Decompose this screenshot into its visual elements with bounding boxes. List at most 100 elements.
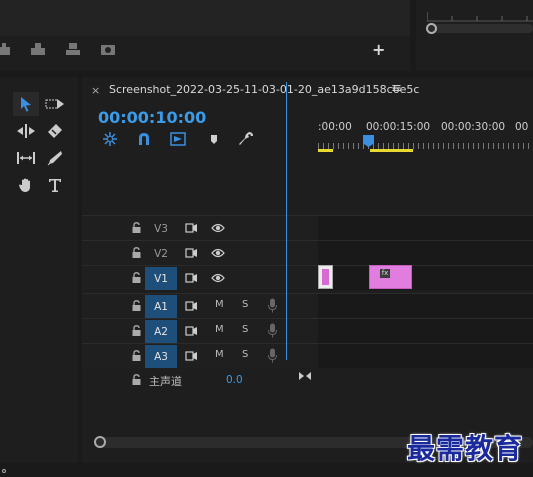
timeline-panel: × Screenshot_2022-03-25-11-03-01-20_ae13… — [82, 77, 533, 463]
zoom-scrollbar-handle[interactable] — [426, 23, 437, 34]
track-row-a1: A1 M S — [82, 293, 533, 318]
solo-button[interactable]: S — [242, 299, 248, 310]
track-target-button[interactable]: V1 — [145, 267, 177, 290]
track-lane[interactable] — [318, 216, 533, 240]
track-lane[interactable] — [318, 319, 533, 343]
type-icon — [49, 179, 61, 192]
track-row-v3: V3 — [82, 215, 533, 240]
master-track-label: 主声道 — [149, 375, 182, 388]
slip-tool[interactable] — [13, 146, 39, 170]
track-target-button[interactable]: A2 — [145, 320, 177, 343]
track-row-a2: A2 M S — [82, 318, 533, 343]
lock-icon[interactable] — [132, 247, 141, 258]
add-marker-icon[interactable] — [206, 131, 222, 147]
ruler-label: :00:00 — [318, 121, 352, 133]
mute-button[interactable]: M — [215, 349, 224, 360]
go-to-out-point-icon[interactable] — [298, 371, 312, 381]
track-header: V2 — [82, 241, 317, 265]
eye-icon[interactable] — [211, 222, 225, 234]
track-select-icon — [45, 99, 64, 109]
ripple-edit-tool[interactable] — [13, 119, 39, 143]
watermark: 最需教育 — [407, 432, 524, 465]
track-target-button[interactable]: V3 — [145, 217, 177, 240]
master-volume-value[interactable]: 0.0 — [226, 374, 243, 386]
linked-selection-icon[interactable] — [170, 131, 186, 147]
eye-icon[interactable] — [211, 272, 225, 284]
track-lane[interactable] — [318, 344, 533, 368]
track-header: A1 M S — [82, 294, 317, 318]
status-indicator — [2, 469, 6, 473]
hand-tool[interactable] — [13, 173, 39, 197]
lock-icon[interactable] — [132, 272, 141, 283]
eye-icon[interactable] — [211, 247, 225, 259]
lift-icon[interactable] — [65, 42, 81, 56]
mute-button[interactable]: M — [215, 299, 224, 310]
razor-tool[interactable] — [42, 119, 68, 143]
track-target-button[interactable]: A1 — [145, 295, 177, 318]
video-clip-selected[interactable]: fx — [369, 265, 412, 289]
selection-arrow-icon — [21, 97, 31, 112]
lock-icon[interactable] — [132, 222, 141, 233]
toggle-sync-lock-icon[interactable] — [185, 325, 198, 337]
toggle-sync-lock-icon[interactable] — [185, 247, 198, 259]
insert-clip-icon[interactable] — [0, 42, 12, 56]
toggle-sync-lock-icon[interactable] — [185, 222, 198, 234]
microphone-icon[interactable] — [268, 323, 277, 338]
selection-tool[interactable] — [13, 92, 39, 116]
track-header: A3 M S — [82, 344, 317, 368]
video-clip[interactable] — [318, 265, 333, 289]
add-button[interactable]: + — [372, 42, 385, 58]
scrollbar-handle[interactable] — [94, 436, 106, 448]
microphone-icon[interactable] — [268, 348, 277, 363]
lock-icon[interactable] — [132, 300, 141, 311]
tools-panel — [0, 77, 78, 463]
snap-magnet-icon[interactable] — [136, 131, 152, 147]
export-frame-icon[interactable] — [100, 42, 116, 56]
solo-button[interactable]: S — [242, 324, 248, 335]
track-header: A2 M S — [82, 319, 317, 343]
pen-tool[interactable] — [42, 146, 68, 170]
track-target-button[interactable]: A3 — [145, 345, 177, 368]
track-header: V1 — [82, 266, 317, 290]
lock-icon[interactable] — [132, 350, 141, 361]
panel-menu-button[interactable]: ≡ — [391, 81, 402, 96]
playhead-line[interactable] — [286, 82, 287, 360]
monitor-view — [0, 0, 410, 36]
toggle-sync-lock-icon[interactable] — [185, 272, 198, 284]
ripple-edit-icon — [17, 124, 35, 138]
mute-button[interactable]: M — [215, 324, 224, 335]
slip-icon — [17, 152, 35, 164]
pen-icon — [47, 151, 62, 166]
lock-icon[interactable] — [132, 325, 141, 336]
master-track-row: 主声道 0.0 — [82, 368, 317, 392]
work-area-bar[interactable] — [370, 149, 413, 152]
track-target-button[interactable]: V2 — [145, 242, 177, 265]
time-ruler[interactable]: :00:00 00:00:15:00 00:00:30:00 00 — [318, 121, 533, 152]
lock-icon[interactable] — [132, 374, 141, 385]
timeline-settings-wrench-icon[interactable] — [238, 131, 254, 147]
zoom-scrollbar[interactable] — [426, 23, 533, 34]
solo-button[interactable]: S — [242, 349, 248, 360]
sequence-tab-title[interactable]: Screenshot_2022-03-25-11-03-01-20_ae13a9… — [109, 83, 419, 96]
toggle-sync-lock-icon[interactable] — [185, 350, 198, 362]
fx-badge: fx — [380, 269, 390, 278]
playhead-timecode[interactable]: 00:00:10:00 — [98, 108, 206, 127]
track-select-forward-tool[interactable] — [42, 92, 68, 116]
nest-sequence-icon[interactable] — [102, 131, 118, 147]
mini-ruler — [427, 12, 533, 22]
ruler-label: 00 — [515, 121, 529, 133]
toggle-sync-lock-icon[interactable] — [185, 300, 198, 312]
track-lane[interactable] — [318, 241, 533, 265]
ruler-label: 00:00:30:00 — [441, 121, 506, 133]
program-monitor-panel: + — [0, 0, 410, 71]
type-tool[interactable] — [42, 173, 68, 197]
track-lane[interactable] — [318, 266, 533, 290]
close-sequence-button[interactable]: × — [91, 84, 100, 97]
overwrite-clip-icon[interactable] — [30, 42, 46, 56]
track-row-a3: A3 M S — [82, 343, 533, 368]
hand-icon — [19, 178, 30, 192]
microphone-icon[interactable] — [268, 298, 277, 313]
work-area-bar[interactable] — [318, 149, 333, 152]
track-lane[interactable] — [318, 294, 533, 318]
audio-meter-panel — [416, 0, 533, 71]
